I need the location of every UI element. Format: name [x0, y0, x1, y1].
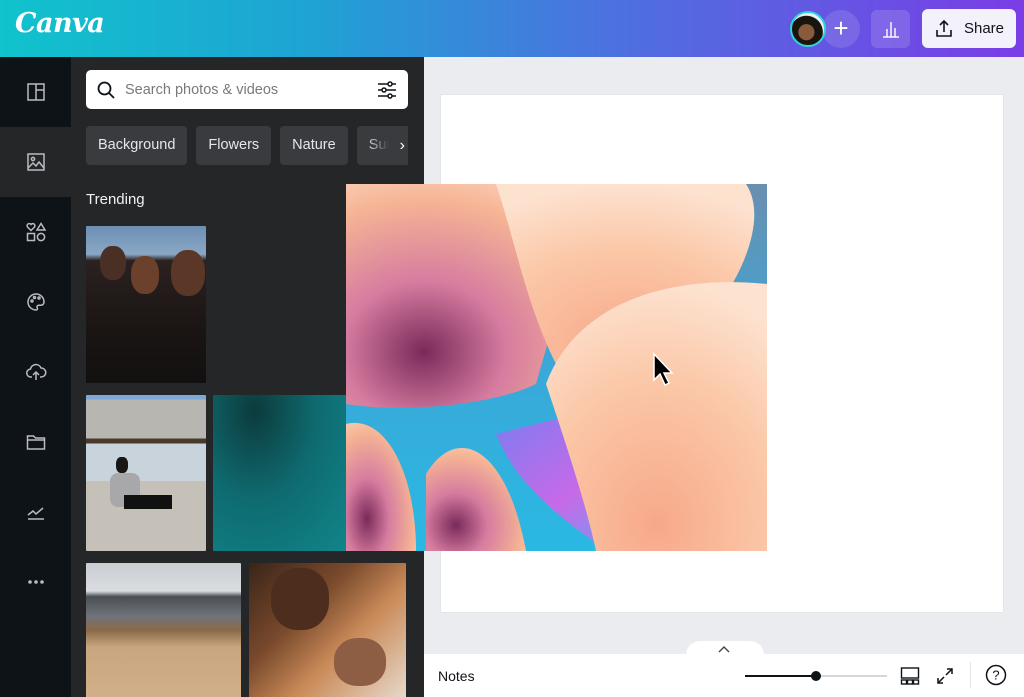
palette-icon: [26, 293, 45, 311]
top-bar: Canva + Share: [0, 0, 1024, 57]
upload-icon: [936, 19, 952, 37]
sidebar-item-templates[interactable]: [0, 57, 71, 127]
zoom-slider-fill: [745, 675, 816, 677]
chips-next-button[interactable]: ›: [366, 126, 408, 165]
sidebar-item-charts[interactable]: [0, 477, 71, 547]
thumbnail-image[interactable]: [213, 395, 353, 551]
search-box[interactable]: [86, 70, 408, 109]
svg-text:?: ?: [992, 668, 999, 683]
chevron-up-icon[interactable]: [718, 645, 730, 653]
layout-icon: [26, 83, 45, 101]
category-chips: BackgroundFlowersNatureSun ›: [86, 126, 408, 165]
canva-logo[interactable]: Canva: [15, 8, 105, 39]
folder-icon: [26, 435, 45, 450]
help-icon[interactable]: ?: [985, 664, 1007, 686]
line-chart-icon: [27, 507, 44, 520]
more-icon: [27, 580, 44, 584]
chip-background[interactable]: Background: [86, 126, 188, 165]
section-title: Trending: [86, 191, 145, 208]
sidebar-item-styles[interactable]: [0, 267, 71, 337]
thumbnail-image[interactable]: [86, 395, 206, 551]
notes-button[interactable]: Notes: [438, 668, 475, 684]
sidebar-item-elements[interactable]: [0, 197, 71, 267]
thumbnail-image[interactable]: [86, 226, 206, 383]
image-icon: [26, 153, 45, 171]
chip-nature[interactable]: Nature: [280, 126, 348, 165]
add-collaborator-button[interactable]: +: [822, 10, 860, 48]
bar-chart-icon: [882, 22, 899, 38]
sidebar-item-uploads[interactable]: [0, 337, 71, 407]
chip-flowers[interactable]: Flowers: [196, 126, 272, 165]
sidebar-rail: [0, 57, 71, 697]
zoom-slider[interactable]: [745, 671, 887, 681]
expand-icon[interactable]: [936, 667, 954, 685]
search-icon: [97, 81, 115, 99]
cloud-upload-icon: [25, 363, 46, 380]
sidebar-item-photos[interactable]: [0, 127, 71, 197]
zoom-slider-handle[interactable]: [811, 671, 821, 681]
search-input[interactable]: [125, 81, 365, 98]
mouse-cursor-icon: [653, 352, 674, 387]
share-label: Share: [963, 20, 1005, 37]
thumbnail-image[interactable]: [249, 563, 406, 697]
insights-button[interactable]: [871, 10, 910, 48]
footer-bar: Notes ?: [424, 641, 1024, 697]
user-avatar[interactable]: [790, 11, 826, 47]
shapes-icon: [25, 222, 46, 242]
filter-icon[interactable]: [376, 79, 398, 101]
sidebar-item-more[interactable]: [0, 547, 71, 617]
grid-view-icon[interactable]: [900, 666, 920, 686]
dragged-image[interactable]: [346, 184, 767, 551]
sidebar-item-projects[interactable]: [0, 407, 71, 477]
chevron-right-icon: ›: [399, 137, 405, 154]
share-button[interactable]: Share: [922, 9, 1016, 48]
thumbnail-image[interactable]: [86, 563, 241, 697]
footer-divider: [970, 662, 971, 688]
